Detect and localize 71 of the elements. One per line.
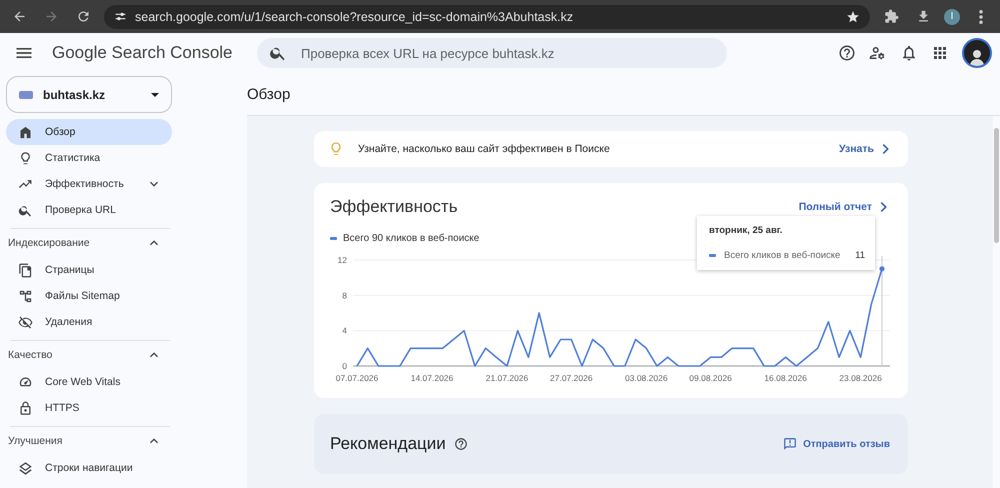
- gauge-icon: [18, 374, 33, 390]
- x-tick-label: 03.08.2026: [625, 373, 668, 383]
- insight-text: Узнайте, насколько ваш сайт эффективен в Поиске: [358, 143, 611, 155]
- forward-arrow-icon: [44, 9, 58, 24]
- card-title: Рекомендации: [330, 434, 446, 454]
- nav-item[interactable]: HTTPS: [6, 395, 172, 421]
- settings-button[interactable]: [869, 44, 887, 62]
- nav-item[interactable]: Страницы: [6, 257, 172, 283]
- more-vertical-icon: [979, 10, 983, 24]
- eye-off-icon: [18, 314, 33, 330]
- profile-button[interactable]: I: [944, 8, 960, 24]
- reload-icon: [76, 9, 90, 24]
- x-tick-label: 23.08.2026: [839, 373, 882, 383]
- section-header[interactable]: Улучшения: [2, 427, 168, 455]
- account-avatar[interactable]: [962, 38, 992, 68]
- page-title: Обзор: [247, 86, 290, 102]
- puzzle-icon: [884, 9, 898, 24]
- help-icon: [838, 44, 856, 62]
- star-icon: [846, 10, 860, 24]
- x-tick-label: 21.07.2026: [486, 373, 528, 383]
- x-tick-label: 07.07.2026: [336, 373, 378, 383]
- notifications-button[interactable]: [900, 44, 918, 62]
- x-tick-label: 16.08.2026: [764, 373, 807, 383]
- dropdown-caret-icon: [151, 92, 159, 96]
- property-selector[interactable]: buhtask.kz: [6, 76, 172, 113]
- help-icon: [454, 437, 468, 451]
- tooltip-label: Всего кликов в веб-поиске: [724, 250, 842, 261]
- feedback-link[interactable]: Отправить отзыв: [783, 437, 890, 451]
- x-tick-label: 09.08.2026: [689, 373, 732, 383]
- x-tick-label: 27.07.2026: [550, 373, 593, 383]
- tooltip-swatch: [709, 254, 716, 257]
- bell-icon: [900, 44, 918, 62]
- y-tick-label: 8: [342, 290, 347, 300]
- apps-grid-icon: [931, 44, 949, 62]
- site-info-icon: [114, 10, 127, 23]
- section-header[interactable]: Индексирование: [2, 229, 168, 257]
- tooltip-date: вторник, 25 авг.: [709, 225, 782, 236]
- nav-item[interactable]: Проверка URL: [6, 197, 172, 223]
- feedback-icon: [783, 437, 798, 451]
- y-tick-label: 12: [338, 255, 347, 265]
- nav-item[interactable]: Файлы Sitemap: [6, 283, 172, 309]
- full-report-link[interactable]: Полный отчет: [798, 197, 894, 217]
- x-tick-label: 14.07.2026: [410, 373, 454, 383]
- product-name: Google Search Console: [52, 43, 233, 63]
- apps-button[interactable]: [931, 44, 949, 62]
- home-icon: [18, 124, 33, 140]
- nav-item[interactable]: Эффективность: [6, 171, 172, 197]
- card-title: Эффективность: [330, 197, 458, 217]
- learn-link[interactable]: Узнать: [838, 139, 896, 159]
- pages-icon: [18, 262, 33, 278]
- nav-item[interactable]: Обзор: [6, 119, 172, 145]
- search-field[interactable]: Проверка всех URL на ресурсе buhtask.kz: [257, 38, 727, 68]
- nav-item[interactable]: Статистика: [6, 145, 172, 171]
- scrollbar[interactable]: [994, 128, 999, 243]
- legend-swatch: [330, 237, 337, 240]
- y-tick-label: 0: [342, 361, 347, 371]
- address-bar[interactable]: search.google.com/u/1/search-console?resource_id=sc-domain%3Abuhtask.kz: [104, 4, 870, 28]
- data-point: [879, 266, 885, 272]
- help-button[interactable]: [838, 44, 856, 62]
- sitemap-icon: [18, 288, 33, 304]
- section-header[interactable]: Качество: [2, 341, 168, 369]
- tooltip-value: 11: [855, 250, 865, 261]
- nav-item[interactable]: Core Web Vitals: [6, 369, 172, 395]
- user-gear-icon: [869, 44, 887, 62]
- lightbulb-icon: [18, 150, 33, 166]
- lock-icon: [18, 400, 33, 416]
- nav-item[interactable]: Удаления: [6, 309, 172, 335]
- nav-item[interactable]: Строки навигации: [6, 455, 172, 481]
- layers-icon: [18, 460, 33, 476]
- y-tick-label: 4: [342, 326, 347, 336]
- legend-label: Всего 90 кликов в веб-поиске: [343, 233, 480, 244]
